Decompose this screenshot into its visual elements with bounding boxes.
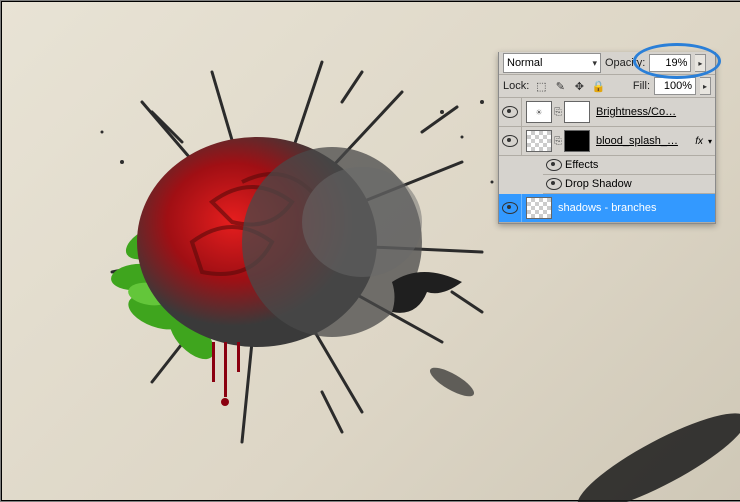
layer-name[interactable]: blood_splash_…: [590, 135, 695, 147]
layer-thumb: [526, 130, 552, 152]
layer-brightness-contrast[interactable]: ☀ ⎘ Brightness/Co…: [499, 98, 715, 127]
feather-small: [422, 352, 502, 412]
blend-mode-select[interactable]: Normal ▾: [503, 53, 601, 73]
chevron-down-icon: ▾: [592, 58, 597, 69]
adjustment-thumb: ☀: [526, 101, 552, 123]
opacity-label: Opacity:: [605, 57, 645, 69]
mask-thumb: [564, 130, 590, 152]
link-icon: ⎘: [554, 107, 562, 118]
blend-mode-value: Normal: [507, 57, 542, 69]
effects-header-row[interactable]: Effects: [543, 156, 715, 175]
lock-position-icon[interactable]: ✥: [571, 78, 587, 94]
visibility-toggle[interactable]: [499, 127, 522, 155]
layers-panel: Normal ▾ Opacity: 19% ▸ Lock: ⬚ ✎ ✥ 🔒 Fi…: [498, 52, 716, 224]
visibility-toggle[interactable]: [499, 194, 522, 222]
lock-label: Lock:: [503, 80, 529, 92]
effects-twirl-icon[interactable]: ▾: [705, 137, 715, 146]
layer-blood-splash[interactable]: ⎘ blood_splash_… fx ▾: [499, 127, 715, 156]
effect-drop-shadow[interactable]: Drop Shadow: [543, 175, 715, 194]
layer-thumb: [526, 197, 552, 219]
eye-icon[interactable]: [546, 178, 562, 190]
effect-name: Drop Shadow: [565, 178, 632, 190]
effects-header: Effects: [565, 159, 598, 171]
layer-name[interactable]: shadows - branches: [552, 202, 715, 214]
opacity-flyout-icon[interactable]: ▸: [695, 54, 706, 72]
fill-label: Fill:: [633, 80, 650, 92]
lock-all-icon[interactable]: 🔒: [590, 78, 606, 94]
visibility-toggle[interactable]: [499, 98, 522, 126]
blend-opacity-row: Normal ▾ Opacity: 19% ▸: [499, 52, 715, 75]
workspace: Normal ▾ Opacity: 19% ▸ Lock: ⬚ ✎ ✥ 🔒 Fi…: [0, 0, 740, 500]
layer-shadows-branches[interactable]: shadows - branches: [499, 194, 715, 223]
mask-thumb: [564, 101, 590, 123]
lock-image-icon[interactable]: ✎: [552, 78, 568, 94]
opacity-input[interactable]: 19%: [649, 54, 691, 72]
lock-fill-row: Lock: ⬚ ✎ ✥ 🔒 Fill: 100% ▸: [499, 75, 715, 98]
lock-transparency-icon[interactable]: ⬚: [533, 78, 549, 94]
eye-icon: [502, 202, 518, 214]
effects-list: Effects Drop Shadow: [499, 156, 715, 194]
lock-icons-group: ⬚ ✎ ✥ 🔒: [533, 78, 606, 94]
eye-icon: [502, 135, 518, 147]
fx-badge: fx: [695, 136, 705, 147]
feather-large: [552, 392, 740, 502]
fill-flyout-icon[interactable]: ▸: [700, 77, 711, 95]
link-icon: ⎘: [554, 136, 562, 147]
eye-icon: [502, 106, 518, 118]
eye-icon[interactable]: [546, 159, 562, 171]
layer-name[interactable]: Brightness/Co…: [590, 106, 715, 118]
fill-input[interactable]: 100%: [654, 77, 696, 95]
